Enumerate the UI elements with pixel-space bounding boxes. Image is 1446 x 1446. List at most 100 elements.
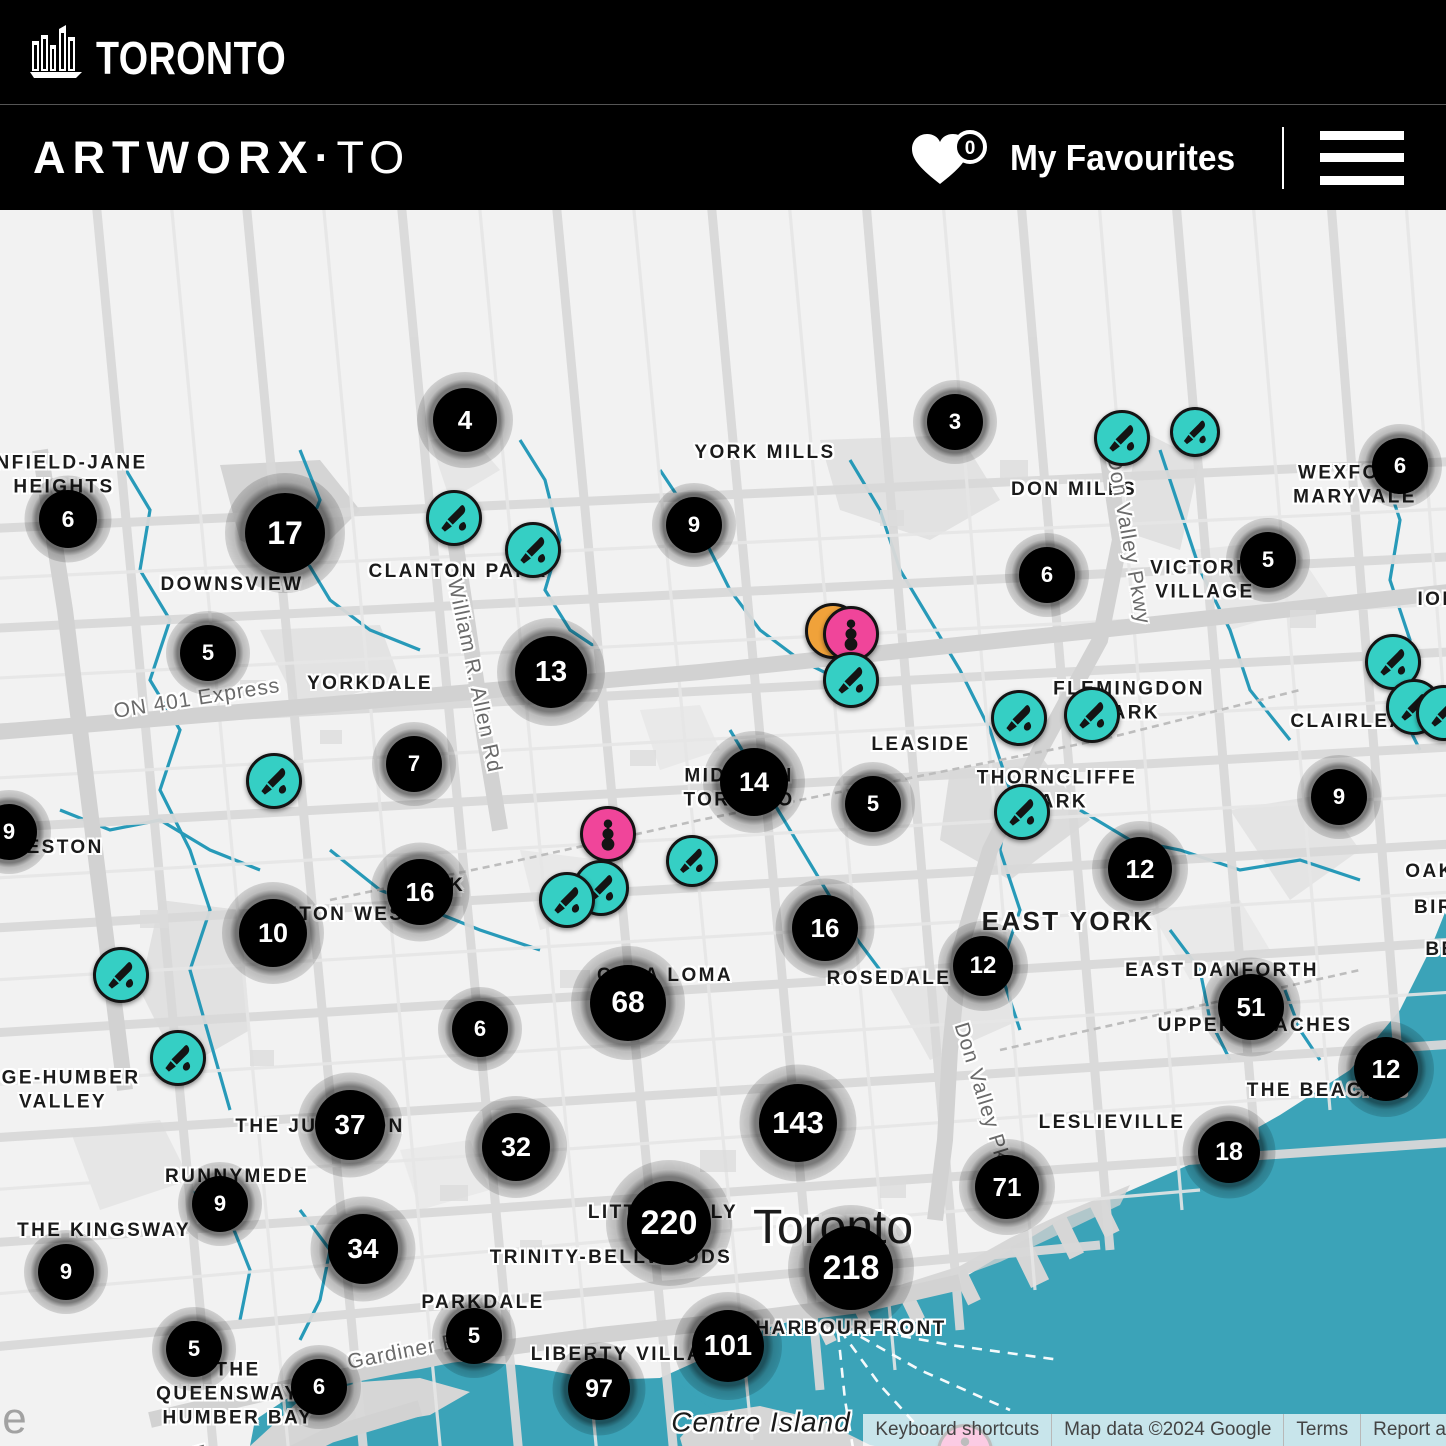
cluster-count-badge: 16 <box>792 895 858 961</box>
map-cluster-marker[interactable]: 97 <box>552 1342 646 1436</box>
map-cluster-marker[interactable]: 18 <box>1182 1105 1276 1199</box>
map-cluster-marker[interactable]: 32 <box>465 1096 567 1198</box>
map-cluster-marker[interactable]: 68 <box>571 946 685 1060</box>
artworxto-wordmark-main: ARTWORX <box>33 131 315 183</box>
my-favourites-button[interactable]: 0 My Favourites <box>910 129 1252 186</box>
map-cluster-marker[interactable]: 17 <box>225 473 345 593</box>
map-data-text: Map data ©2024 Google <box>1064 1419 1272 1440</box>
artwork-pin-marker[interactable] <box>991 690 1047 746</box>
artwork-pin-marker[interactable] <box>93 947 149 1003</box>
map-cluster-marker[interactable]: 4 <box>417 372 513 468</box>
paintbrush-glyph <box>1430 704 1446 727</box>
artwork-pin-marker[interactable] <box>823 652 879 708</box>
cluster-count-badge: 9 <box>192 1176 248 1232</box>
artwork-pin-marker[interactable] <box>150 1030 206 1086</box>
map-cluster-marker[interactable]: 6 <box>24 475 112 563</box>
cluster-count-badge: 5 <box>446 1308 502 1364</box>
map-cluster-marker[interactable]: 34 <box>310 1196 416 1302</box>
cluster-count-badge: 5 <box>180 625 236 681</box>
sculpture-pin-marker[interactable] <box>580 806 636 862</box>
artwork-pin-marker[interactable] <box>994 784 1050 840</box>
terms-link[interactable]: Terms <box>1284 1414 1360 1446</box>
map-cluster-marker[interactable]: 13 <box>497 618 605 726</box>
map-canvas[interactable]: ENFIELD-JANE HEIGHTSDOWNSVIEWCLANTON PAR… <box>0 210 1446 1446</box>
paintbrush-glyph <box>1183 420 1206 444</box>
cluster-count-badge: 34 <box>328 1214 398 1284</box>
paintbrush-glyph <box>107 961 133 989</box>
map-cluster-marker[interactable]: 7 <box>372 722 456 806</box>
map-cluster-marker[interactable]: 5 <box>1226 518 1310 602</box>
cluster-count-badge: 12 <box>953 936 1013 996</box>
toronto-logo[interactable]: TORONTO <box>30 25 328 81</box>
artwork-pin-marker[interactable] <box>1170 407 1220 457</box>
map-cluster-marker[interactable]: 6 <box>1358 424 1442 508</box>
cluster-count-badge: 9 <box>1311 769 1367 825</box>
artwork-pin-marker[interactable] <box>1094 410 1150 466</box>
map-cluster-marker[interactable]: 12 <box>1338 1021 1434 1117</box>
paintbrush-glyph <box>440 504 466 532</box>
artwork-pin-marker[interactable] <box>1064 687 1120 743</box>
map-cluster-marker[interactable]: 5 <box>831 762 915 846</box>
map-cluster-marker[interactable]: 10 <box>222 882 324 984</box>
map-cluster-marker[interactable]: 5 <box>166 611 250 695</box>
map-cluster-marker[interactable]: 14 <box>703 731 805 833</box>
page-root: TORONTO ARTWORX·TO 0 My Favourites NFIEL… <box>0 0 1446 1446</box>
map-cluster-marker[interactable]: 9 <box>1297 755 1381 839</box>
cluster-count-badge: 7 <box>386 736 442 792</box>
cluster-count-badge: 6 <box>39 490 97 548</box>
paintbrush-glyph <box>1008 798 1034 826</box>
map-cluster-marker[interactable]: 101 <box>674 1292 782 1400</box>
cluster-count-badge: 6 <box>291 1359 347 1415</box>
map-cluster-marker[interactable]: 218 <box>788 1205 914 1331</box>
map-cluster-marker[interactable]: 16 <box>370 842 470 942</box>
map-cluster-marker[interactable]: 71 <box>959 1139 1055 1235</box>
map-cluster-marker[interactable]: 12 <box>1092 821 1188 917</box>
cluster-count-badge: 101 <box>692 1310 764 1382</box>
cluster-count-badge: 4 <box>433 388 497 452</box>
keyboard-shortcuts-link[interactable]: Keyboard shortcuts <box>863 1414 1051 1446</box>
artwork-pin-marker[interactable] <box>539 872 595 928</box>
cluster-count-badge: 3 <box>927 394 983 450</box>
header-actions: 0 My Favourites <box>910 105 1446 210</box>
artwork-pin-marker[interactable] <box>426 490 482 546</box>
header-divider <box>1282 126 1284 189</box>
paintbrush-glyph <box>260 767 286 795</box>
cluster-count-badge: 51 <box>1218 974 1284 1040</box>
report-a-problem-link[interactable]: Report a <box>1361 1414 1446 1446</box>
map-cluster-marker[interactable]: 5 <box>432 1294 516 1378</box>
map-cluster-marker[interactable]: 143 <box>739 1064 857 1182</box>
cluster-count-badge: 6 <box>1372 438 1428 494</box>
map-cluster-marker[interactable]: 9 <box>0 790 51 874</box>
toronto-city-logo-icon <box>30 25 82 78</box>
map-cluster-marker[interactable]: 12 <box>938 921 1028 1011</box>
map-cluster-marker[interactable]: 51 <box>1201 957 1301 1057</box>
cluster-count-badge: 9 <box>666 497 722 553</box>
paintbrush-glyph <box>1078 701 1104 729</box>
map-cluster-marker[interactable]: 6 <box>438 987 522 1071</box>
map-cluster-marker[interactable]: 16 <box>775 878 875 978</box>
paintbrush-glyph <box>1379 648 1405 676</box>
artwork-pin-marker[interactable] <box>246 753 302 809</box>
cluster-count-badge: 6 <box>1019 547 1075 603</box>
burger-line-2 <box>1320 153 1404 162</box>
sculpture-glyph <box>601 819 615 851</box>
artworxto-header-bar: ARTWORX·TO 0 My Favourites <box>0 105 1446 210</box>
sculpture-glyph <box>844 619 858 651</box>
artworxto-wordmark[interactable]: ARTWORX·TO <box>33 132 410 184</box>
map-cluster-marker[interactable]: 3 <box>913 380 997 464</box>
map-cluster-marker[interactable]: 37 <box>297 1072 403 1178</box>
artworxto-wordmark-suffix: TO <box>336 131 411 183</box>
map-cluster-marker[interactable]: 9 <box>24 1230 108 1314</box>
map-cluster-marker[interactable]: 9 <box>652 483 736 567</box>
map-cluster-marker[interactable]: 6 <box>277 1345 361 1429</box>
map-cluster-marker[interactable]: 5 <box>152 1307 236 1391</box>
map-cluster-marker[interactable]: 220 <box>606 1160 732 1286</box>
map-cluster-marker[interactable]: 9 <box>178 1162 262 1246</box>
hamburger-menu-icon[interactable] <box>1320 130 1404 185</box>
paintbrush-glyph <box>1005 704 1031 732</box>
map-cluster-marker[interactable]: 6 <box>1005 533 1089 617</box>
favourites-icon-group: 0 <box>910 129 994 186</box>
artwork-pin-marker[interactable] <box>505 522 561 578</box>
cluster-count-badge: 10 <box>239 899 307 967</box>
artwork-pin-marker[interactable] <box>666 835 718 887</box>
